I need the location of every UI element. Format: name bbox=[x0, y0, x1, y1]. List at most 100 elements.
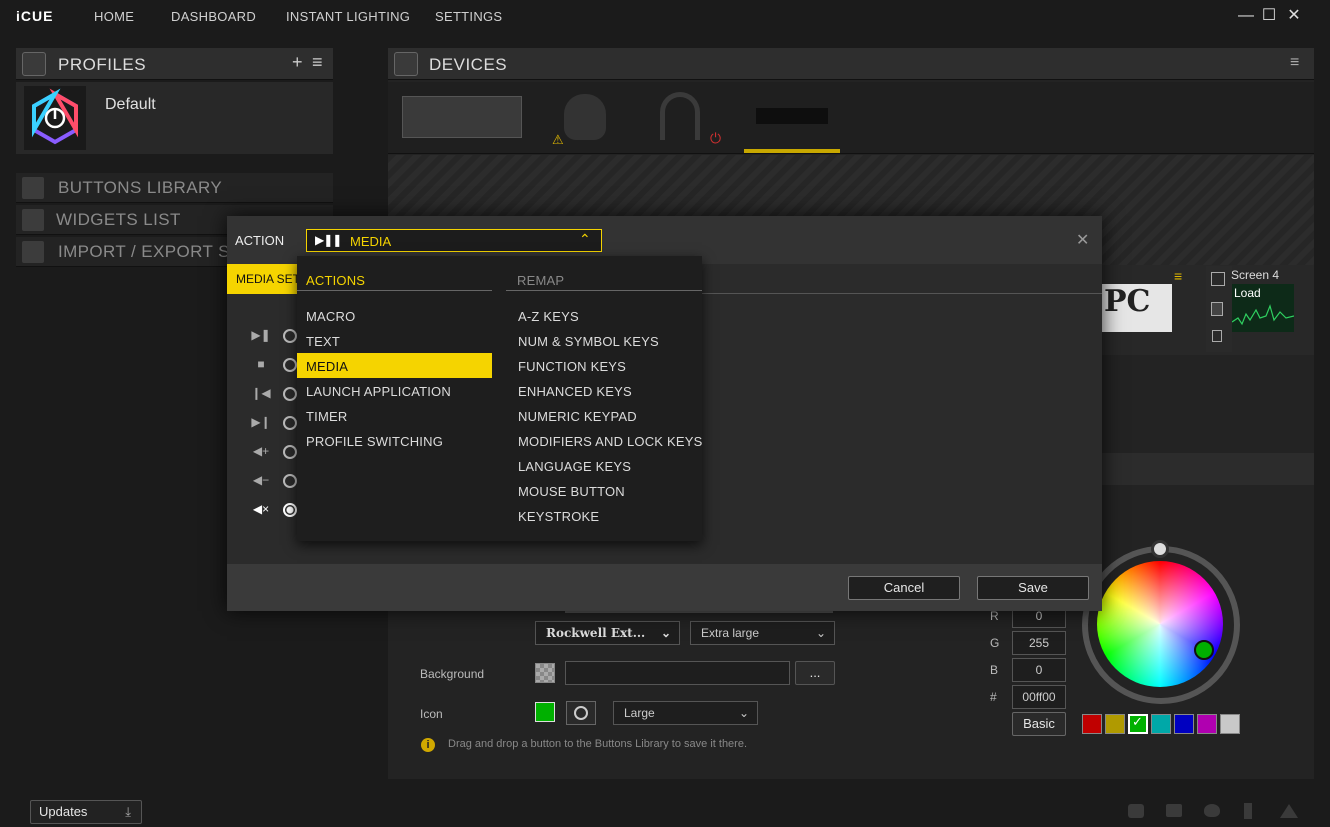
remap-header: REMAP bbox=[517, 273, 565, 288]
power-icon: ⏻ bbox=[710, 130, 722, 146]
close-window-button[interactable]: ✕ bbox=[1284, 6, 1304, 26]
remap-item-mouse-button[interactable]: MOUSE BUTTON bbox=[518, 484, 625, 499]
swatch-gray[interactable] bbox=[1220, 714, 1240, 734]
buttons-library-label: BUTTONS LIBRARY bbox=[58, 178, 223, 197]
swatch-magenta[interactable] bbox=[1197, 714, 1217, 734]
radio-previous[interactable] bbox=[283, 387, 297, 401]
b-label: B bbox=[990, 663, 999, 677]
radio-next[interactable] bbox=[283, 416, 297, 430]
import-export-section[interactable]: IMPORT / EXPORT SCENES bbox=[16, 237, 246, 267]
action-select-value: MEDIA bbox=[350, 234, 392, 249]
background-swatch[interactable] bbox=[535, 663, 555, 683]
action-item-timer[interactable]: TIMER bbox=[306, 409, 347, 424]
actions-header: ACTIONS bbox=[306, 273, 366, 288]
devices-title: DEVICES bbox=[429, 55, 508, 74]
profiles-header: PROFILES + ≡ bbox=[16, 48, 333, 80]
basic-mode-button[interactable]: Basic bbox=[1012, 712, 1066, 736]
keyboard-device[interactable] bbox=[402, 96, 522, 138]
import-export-label: IMPORT / EXPORT SCENES bbox=[58, 242, 246, 261]
b-input[interactable]: 0 bbox=[1012, 658, 1066, 682]
remap-item-az-keys[interactable]: A-Z KEYS bbox=[518, 309, 579, 324]
profiles-menu-button[interactable]: ≡ bbox=[312, 52, 323, 73]
color-picker-handle[interactable] bbox=[1194, 640, 1214, 660]
font-select[interactable]: Rockwell Ext... ⌄ bbox=[535, 621, 680, 645]
color-wheel[interactable] bbox=[1097, 561, 1223, 687]
size-select[interactable]: Extra large ⌄ bbox=[690, 621, 835, 645]
lcd-device[interactable] bbox=[756, 108, 828, 124]
radio-mute[interactable] bbox=[283, 503, 297, 517]
remap-item-function-keys[interactable]: FUNCTION KEYS bbox=[518, 359, 626, 374]
nav-settings[interactable]: SETTINGS bbox=[435, 9, 502, 24]
chevron-down-icon: ⌄ bbox=[738, 706, 749, 720]
swatch-blue[interactable] bbox=[1174, 714, 1194, 734]
nav-dashboard[interactable]: DASHBOARD bbox=[171, 9, 256, 24]
no-icon-button[interactable] bbox=[566, 701, 596, 725]
remap-item-enhanced-keys[interactable]: ENHANCED KEYS bbox=[518, 384, 632, 399]
radio-volume-down[interactable] bbox=[283, 474, 297, 488]
mute-icon: ◀× bbox=[252, 502, 270, 516]
buttons-library-section[interactable]: BUTTONS LIBRARY bbox=[16, 173, 333, 203]
cloud-icon[interactable] bbox=[1128, 804, 1144, 818]
radio-play-pause[interactable] bbox=[283, 329, 297, 343]
nav-instant-lighting[interactable]: INSTANT LIGHTING bbox=[286, 9, 410, 24]
ban-icon bbox=[574, 706, 588, 720]
action-item-profile-switching[interactable]: PROFILE SWITCHING bbox=[306, 434, 443, 449]
font-value: Rockwell Ext... bbox=[546, 626, 646, 640]
action-item-media-label: MEDIA bbox=[306, 359, 349, 374]
remap-item-keystroke[interactable]: KEYSTROKE bbox=[518, 509, 599, 524]
radio-volume-up[interactable] bbox=[283, 445, 297, 459]
next-track-icon: ▶❙ bbox=[251, 415, 271, 429]
action-item-text[interactable]: TEXT bbox=[306, 334, 340, 349]
remap-item-modifiers-lock-keys[interactable]: MODIFIERS AND LOCK KEYS bbox=[518, 434, 702, 449]
icon-size-select[interactable]: Large ⌄ bbox=[613, 701, 758, 725]
cancel-button[interactable]: Cancel bbox=[848, 576, 960, 600]
swatch-yellow[interactable] bbox=[1105, 714, 1125, 734]
profiles-title: PROFILES bbox=[58, 55, 147, 74]
twitter-icon[interactable] bbox=[1204, 804, 1220, 817]
pc-widget-preview[interactable]: PC bbox=[1100, 284, 1172, 332]
facebook-icon[interactable] bbox=[1244, 803, 1252, 819]
copy-icon[interactable] bbox=[1211, 302, 1223, 316]
action-item-launch-application[interactable]: LAUNCH APPLICATION bbox=[306, 384, 451, 399]
media-settings-tab[interactable]: MEDIA SETTINGS bbox=[227, 264, 299, 294]
action-select[interactable]: ▶❚❚ MEDIA ⌃ bbox=[306, 229, 602, 252]
add-profile-button[interactable]: + bbox=[292, 52, 303, 73]
corsair-icon[interactable] bbox=[1280, 804, 1298, 818]
headset-device[interactable] bbox=[660, 92, 700, 140]
swatch-green[interactable]: ✓ bbox=[1128, 714, 1148, 734]
chat-icon[interactable] bbox=[1166, 804, 1182, 817]
load-graph: Load bbox=[1232, 284, 1294, 332]
action-item-media[interactable]: MEDIA bbox=[297, 353, 492, 378]
radio-stop[interactable] bbox=[283, 358, 297, 372]
swatch-cyan[interactable] bbox=[1151, 714, 1171, 734]
delete-icon[interactable] bbox=[1212, 330, 1222, 342]
maximize-button[interactable]: ☐ bbox=[1259, 6, 1279, 26]
edit-icon[interactable] bbox=[1211, 272, 1225, 286]
swatch-red[interactable] bbox=[1082, 714, 1102, 734]
close-modal-icon[interactable]: ✕ bbox=[1076, 230, 1089, 250]
browse-button[interactable]: ... bbox=[795, 661, 835, 685]
widgets-list-icon bbox=[22, 209, 44, 231]
widgets-list-label: WIDGETS LIST bbox=[56, 210, 181, 229]
icon-color-swatch[interactable] bbox=[535, 702, 555, 722]
action-item-macro[interactable]: MACRO bbox=[306, 309, 355, 324]
mouse-device[interactable] bbox=[564, 94, 606, 140]
devices-menu-icon[interactable]: ≡ bbox=[1290, 54, 1299, 72]
devices-header: DEVICES ≡ bbox=[388, 48, 1314, 80]
updates-button[interactable]: Updates ⤓ bbox=[30, 800, 142, 824]
brightness-handle[interactable] bbox=[1151, 540, 1169, 558]
widget-menu-icon[interactable]: ≡ bbox=[1174, 268, 1182, 284]
check-icon: ✓ bbox=[1132, 714, 1143, 729]
g-input[interactable]: 255 bbox=[1012, 631, 1066, 655]
minimize-button[interactable]: — bbox=[1236, 6, 1256, 26]
chevron-up-icon: ⌃ bbox=[579, 231, 591, 247]
remap-item-numeric-keypad[interactable]: NUMERIC KEYPAD bbox=[518, 409, 637, 424]
hex-input[interactable]: 00ff00 bbox=[1012, 685, 1066, 709]
background-input[interactable] bbox=[565, 661, 790, 685]
profile-item-default[interactable]: Default bbox=[16, 82, 333, 154]
remap-item-num-symbol-keys[interactable]: NUM & SYMBOL KEYS bbox=[518, 334, 659, 349]
updates-label: Updates bbox=[39, 804, 88, 819]
nav-home[interactable]: HOME bbox=[94, 9, 134, 24]
remap-item-language-keys[interactable]: LANGUAGE KEYS bbox=[518, 459, 631, 474]
save-button[interactable]: Save bbox=[977, 576, 1089, 600]
